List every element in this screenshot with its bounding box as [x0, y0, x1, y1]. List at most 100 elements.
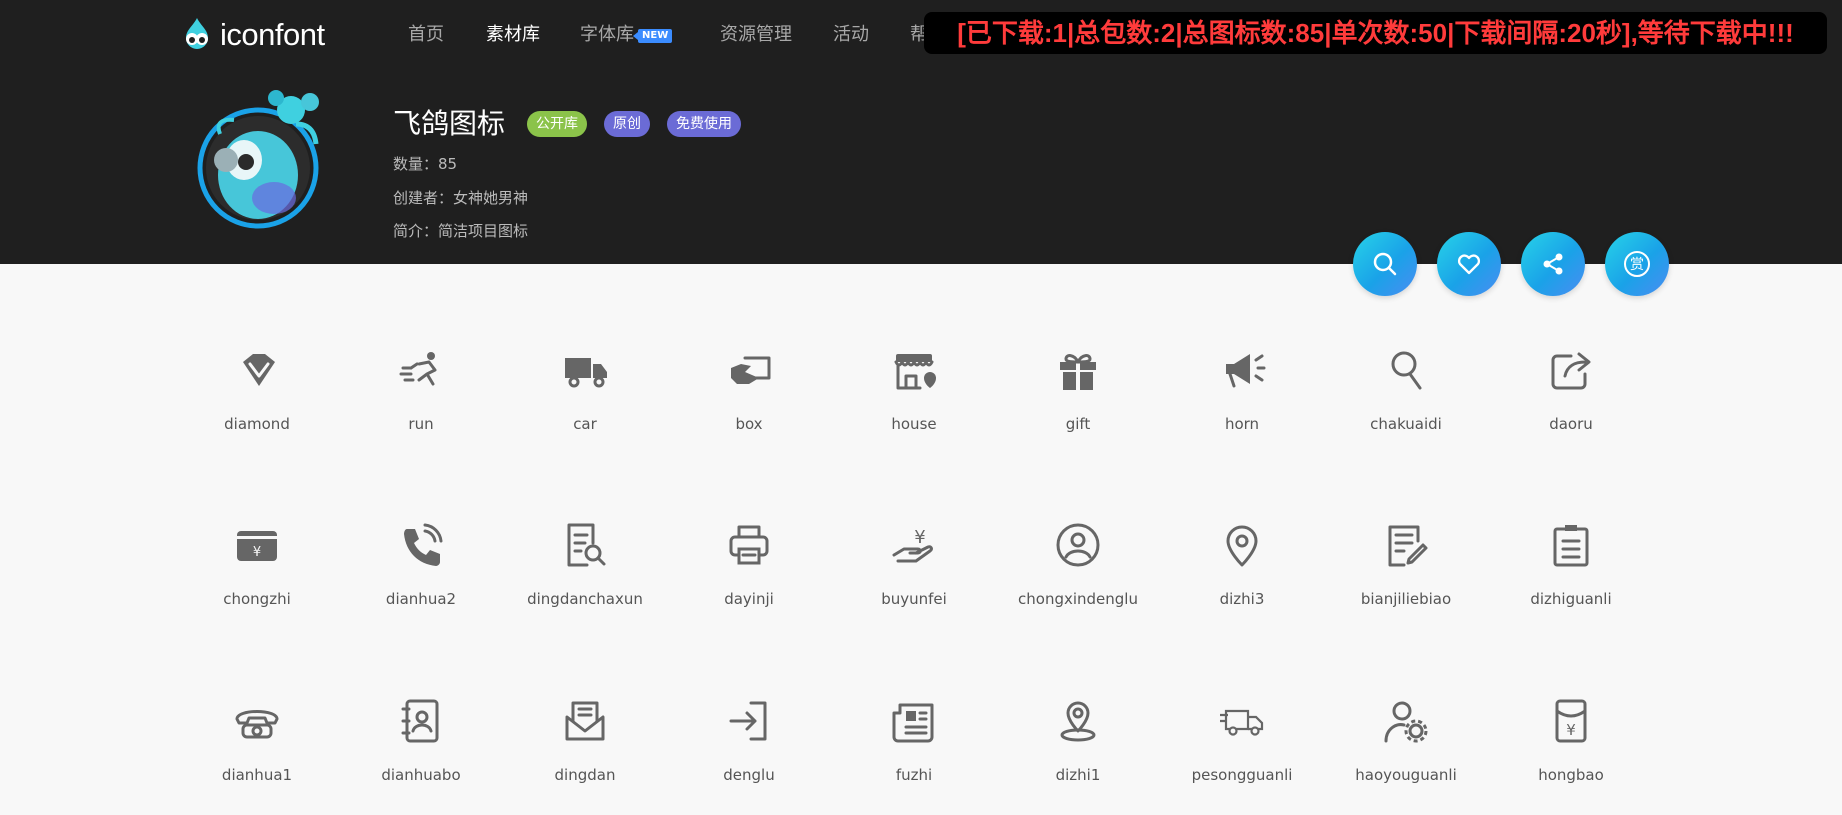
user-settings-icon	[1380, 695, 1432, 747]
megaphone-icon	[1216, 344, 1268, 396]
icon-card-horn[interactable]: horn	[1167, 344, 1317, 464]
icon-card-house[interactable]: house	[839, 344, 989, 464]
icon-card-car[interactable]: car	[510, 344, 660, 464]
icon-card-dianhua1[interactable]: dianhua1	[182, 695, 332, 815]
logo-mark-icon	[186, 18, 208, 49]
tag-free: 免费使用	[667, 111, 741, 137]
icon-card-dingdan[interactable]: dingdan	[510, 695, 660, 815]
user-circle-icon	[1052, 519, 1104, 571]
location-pin-icon	[1216, 519, 1268, 571]
icon-label: car	[573, 415, 597, 433]
icon-card-chongxindenglu[interactable]: chongxindenglu	[1003, 519, 1153, 639]
nav-item-materials[interactable]: 素材库	[486, 22, 540, 48]
icon-label: chongzhi	[223, 590, 291, 608]
top-navigation: iconfont 首页 素材库 字体库 NEW 资源管理 活动 帮 [已下载:1|…	[0, 0, 1842, 70]
recharge-card-icon: ¥	[231, 519, 283, 571]
new-badge: NEW	[632, 29, 673, 43]
gift-icon	[1052, 344, 1104, 396]
svg-text:¥: ¥	[914, 527, 925, 548]
library-title: 飞鸽图标	[393, 107, 506, 140]
icon-label: denglu	[723, 766, 775, 784]
icon-label: diamond	[224, 415, 290, 433]
red-envelope-icon: ¥	[1545, 695, 1597, 747]
icon-count: 数量：85	[393, 155, 458, 173]
icon-card-dayinji[interactable]: dayinji	[674, 519, 824, 639]
login-icon	[723, 695, 775, 747]
nav-item-activities[interactable]: 活动	[833, 22, 869, 48]
icon-label: horn	[1224, 415, 1260, 433]
icon-label: dizhi1	[1055, 766, 1101, 784]
icon-label: dianhuabo	[381, 766, 461, 784]
icon-grid: diamond run car box house gift horn chakuaidi da…	[0, 264, 1842, 798]
icon-card-diamond[interactable]: diamond	[182, 344, 332, 464]
telephone-icon	[231, 695, 283, 747]
printer-icon	[723, 519, 775, 571]
library-avatar	[197, 90, 319, 229]
newspaper-icon	[888, 695, 940, 747]
magnifier-icon	[1380, 344, 1432, 396]
icon-label: dingdan	[554, 766, 616, 784]
icon-label: gift	[1065, 415, 1091, 433]
icon-label: haoyouguanli	[1355, 766, 1457, 784]
icon-card-chakuaidi[interactable]: chakuaidi	[1331, 344, 1481, 464]
nav-item-home[interactable]: 首页	[408, 22, 444, 48]
icon-card-fuzhi[interactable]: fuzhi	[839, 695, 989, 815]
map-pin-icon	[1052, 695, 1104, 747]
delivery-truck-icon	[1216, 695, 1268, 747]
store-icon	[888, 344, 940, 396]
library-header: iconfont 首页 素材库 字体库 NEW 资源管理 活动 帮 [已下载:1|…	[0, 0, 1842, 264]
icon-card-dianhua2[interactable]: dianhua2	[346, 519, 496, 639]
phone-call-icon	[395, 519, 447, 571]
creator-link[interactable]: 女神她男神	[453, 189, 528, 207]
export-icon	[1545, 344, 1597, 396]
nav-item-fonts[interactable]: 字体库 NEW	[580, 22, 673, 48]
icon-label: dizhi3	[1219, 590, 1265, 608]
icon-card-daoru[interactable]: daoru	[1496, 344, 1646, 464]
icon-label: hongbao	[1538, 766, 1604, 784]
icon-label: fuzhi	[895, 766, 933, 784]
icon-label: buyunfei	[881, 590, 947, 608]
icon-card-dianhuabo[interactable]: dianhuabo	[346, 695, 496, 815]
icon-card-dizhi3[interactable]: dizhi3	[1167, 519, 1317, 639]
icon-label: dingdanchaxun	[527, 590, 643, 608]
icon-label: dayinji	[724, 590, 774, 608]
tag-original: 原创	[604, 111, 650, 137]
icon-label: dianhua1	[221, 766, 293, 784]
icon-card-denglu[interactable]: denglu	[674, 695, 824, 815]
mail-order-icon	[559, 695, 611, 747]
contact-book-icon	[395, 695, 447, 747]
download-status-banner: [已下载:1|总包数:2|总图标数:85|单次数:50|下载间隔:20秒],等待…	[924, 12, 1827, 54]
truck-icon	[559, 344, 611, 396]
icon-label: pesongguanli	[1191, 766, 1293, 784]
icon-card-pesongguanli[interactable]: pesongguanli	[1167, 695, 1317, 815]
run-icon	[395, 344, 447, 396]
icon-card-run[interactable]: run	[346, 344, 496, 464]
icon-label: chongxindenglu	[1018, 590, 1138, 608]
icon-card-gift[interactable]: gift	[1003, 344, 1153, 464]
icon-card-dizhiguanli[interactable]: dizhiguanli	[1496, 519, 1646, 639]
icon-card-hongbao[interactable]: ¥ hongbao	[1496, 695, 1646, 815]
box-icon	[723, 344, 775, 396]
icon-label: box	[735, 415, 763, 433]
edit-list-icon	[1380, 519, 1432, 571]
icon-card-dingdanchaxun[interactable]: dingdanchaxun	[510, 519, 660, 639]
icon-card-haoyouguanli[interactable]: haoyouguanli	[1331, 695, 1481, 815]
icon-label: dianhua2	[385, 590, 457, 608]
diamond-icon	[231, 344, 283, 396]
clipboard-list-icon	[1545, 519, 1597, 571]
icon-label: chakuaidi	[1370, 415, 1442, 433]
icon-card-bianjiliebiao[interactable]: bianjiliebiao	[1331, 519, 1481, 639]
svg-text:¥: ¥	[253, 545, 261, 560]
icon-card-chongzhi[interactable]: ¥ chongzhi	[182, 519, 332, 639]
creator: 创建者：女神她男神	[393, 189, 529, 207]
icon-label: run	[408, 415, 434, 433]
icon-card-dizhi1[interactable]: dizhi1	[1003, 695, 1153, 815]
icon-card-buyunfei[interactable]: ¥ buyunfei	[839, 519, 989, 639]
tag-public: 公开库	[527, 111, 587, 137]
iconfont-logo[interactable]: iconfont	[178, 14, 325, 56]
nav-item-resources[interactable]: 资源管理	[720, 22, 792, 48]
icon-card-box[interactable]: box	[674, 344, 824, 464]
order-search-icon	[559, 519, 611, 571]
logo-text: iconfont	[220, 17, 325, 52]
icon-label: house	[891, 415, 937, 433]
